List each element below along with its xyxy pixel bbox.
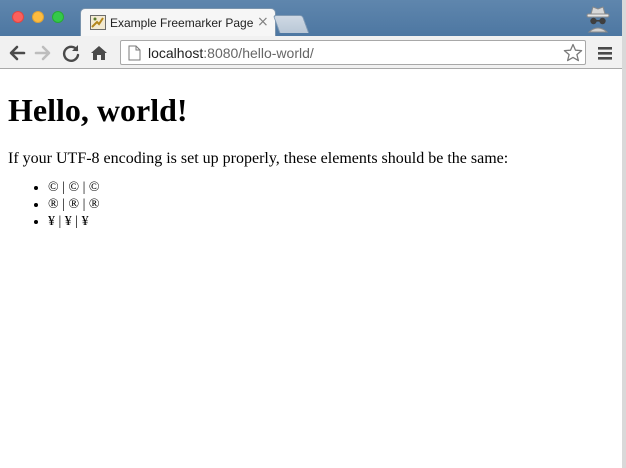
symbol-list: © | © | © ® | ® | ® ¥ | ¥ | ¥ [8,179,614,230]
incognito-icon [583,4,613,34]
new-tab-button[interactable] [272,15,310,33]
list-item-registered: ® | ® | ® [48,196,614,213]
page-content: Hello, world! If your UTF-8 encoding is … [0,70,622,468]
close-window-button[interactable] [12,11,24,23]
active-tab[interactable]: Example Freemarker Page × [80,8,276,36]
intro-text: If your UTF-8 encoding is set up properl… [8,150,509,167]
url-host: localhost [148,45,204,61]
maximize-window-button[interactable] [52,11,64,23]
home-icon[interactable] [88,42,110,64]
browser-window: Example Freemarker Page × localhost:8080… [0,0,626,468]
browser-toolbar: localhost:8080/hello-world/ [0,36,622,69]
star-icon[interactable] [563,43,583,68]
address-bar[interactable]: localhost:8080/hello-world/ [120,40,586,65]
tab-title: Example Freemarker Page [110,16,254,30]
tab-close-button[interactable]: × [257,14,269,30]
forward-arrow-icon[interactable] [32,42,54,64]
hamburger-menu-icon[interactable] [594,42,616,64]
back-arrow-icon[interactable] [6,42,28,64]
url-text[interactable]: localhost:8080/hello-world/ [148,45,314,61]
minimize-window-button[interactable] [32,11,44,23]
reload-icon[interactable] [60,42,82,64]
title-bar: Example Freemarker Page × [0,0,622,36]
list-item-copyright: © | © | © [48,179,614,196]
favicon-icon [90,15,106,30]
page-heading: Hello, world! [8,92,188,128]
list-item-yen: ¥ | ¥ | ¥ [48,213,614,230]
url-path: :8080/hello-world/ [203,45,314,61]
page-icon [128,45,141,66]
